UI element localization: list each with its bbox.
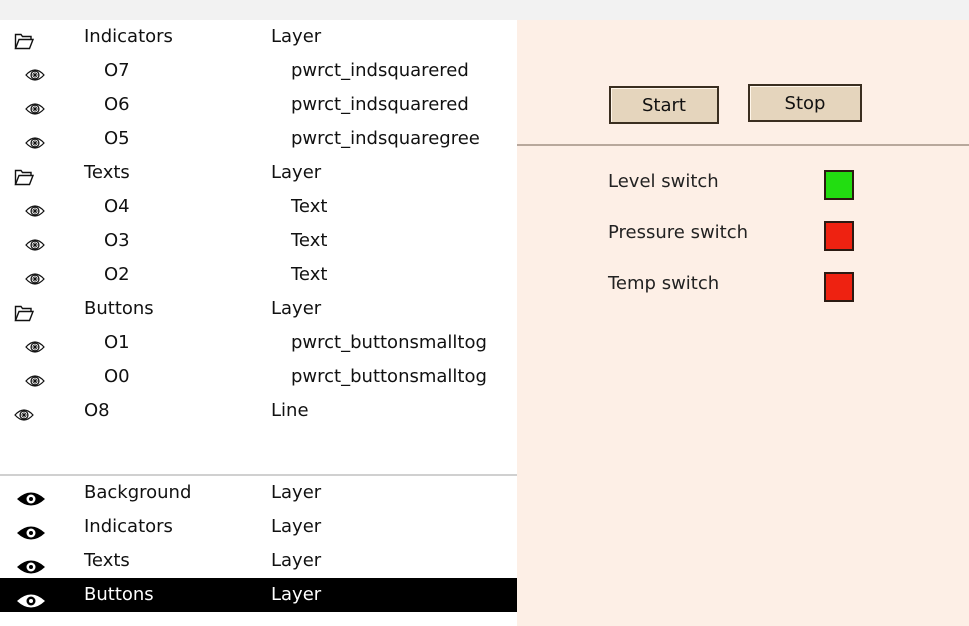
tree-item-type: Text <box>291 230 328 251</box>
tree-item-name: O4 <box>104 196 130 217</box>
tree-item-type: pwrct_indsquarered <box>291 94 469 115</box>
layer-type: Layer <box>271 516 322 537</box>
tree-row[interactable]: O5 pwrct_indsquaregree <box>0 122 517 156</box>
indicator-label: Temp switch <box>608 273 720 294</box>
indicator-label: Pressure switch <box>608 222 749 243</box>
layer-name: Background <box>84 482 192 503</box>
object-icon <box>25 266 45 285</box>
indicator-lamp <box>824 272 854 302</box>
eye-icon[interactable] <box>16 553 46 574</box>
tree-item-name: O1 <box>104 332 130 353</box>
eye-icon[interactable] <box>16 519 46 540</box>
tree-item-name: Texts <box>84 162 130 183</box>
tree-item-name: Indicators <box>84 26 173 47</box>
indicator-lamp <box>824 221 854 251</box>
layer-row[interactable]: Texts Layer <box>0 544 517 578</box>
canvas-line <box>517 144 969 146</box>
object-icon <box>25 368 45 387</box>
folder-icon <box>14 28 35 50</box>
canvas-area: Start Stop Level switch Pressure switch Te… <box>517 20 969 626</box>
object-icon <box>25 62 45 81</box>
tree-item-type: pwrct_indsquaregree <box>291 128 480 149</box>
layer-row[interactable]: Indicators Layer <box>0 510 517 544</box>
tree-item-type: Line <box>271 400 309 421</box>
object-icon <box>25 232 45 251</box>
object-icon <box>14 402 34 421</box>
tree-item-name: O0 <box>104 366 130 387</box>
layer-name: Texts <box>84 550 130 571</box>
stop-button[interactable]: Stop <box>748 84 862 122</box>
tree-item-type: Layer <box>271 162 322 183</box>
tree-item-type: pwrct_indsquarered <box>291 60 469 81</box>
tree-item-type: Text <box>291 264 328 285</box>
top-strip <box>0 0 969 20</box>
layer-panel: Indicators Layer O7 pwrct_indsquarered O6 pwr… <box>0 20 517 626</box>
folder-icon <box>14 300 35 322</box>
tree-row[interactable]: O1 pwrct_buttonsmalltog <box>0 326 517 360</box>
tree-row[interactable]: O6 pwrct_indsquarered <box>0 88 517 122</box>
object-icon <box>25 198 45 217</box>
tree-item-name: O6 <box>104 94 130 115</box>
start-button[interactable]: Start <box>609 86 719 124</box>
layer-name: Indicators <box>84 516 173 537</box>
layer-row[interactable]: Background Layer <box>0 476 517 510</box>
layer-type: Layer <box>271 550 322 571</box>
tree-row[interactable]: O4 Text <box>0 190 517 224</box>
eye-icon[interactable] <box>16 485 46 506</box>
layer-type: Layer <box>271 584 322 605</box>
tree-row[interactable]: O0 pwrct_buttonsmalltog <box>0 360 517 394</box>
eye-icon[interactable] <box>16 587 46 608</box>
tree-row[interactable]: O7 pwrct_indsquarered <box>0 54 517 88</box>
tree-item-type: Text <box>291 196 328 217</box>
tree-item-type: Layer <box>271 26 322 47</box>
tree-item-name: Buttons <box>84 298 154 319</box>
layer-row[interactable]: Buttons Layer <box>0 578 517 612</box>
layer-list: Background Layer Indicators Layer Texts Layer… <box>0 476 517 612</box>
layer-type: Layer <box>271 482 322 503</box>
layer-name: Buttons <box>84 584 154 605</box>
tree-item-type: pwrct_buttonsmalltog <box>291 366 487 387</box>
tree-item-type: pwrct_buttonsmalltog <box>291 332 487 353</box>
tree-row[interactable]: O3 Text <box>0 224 517 258</box>
tree-row[interactable]: O2 Text <box>0 258 517 292</box>
tree-item-name: O5 <box>104 128 130 149</box>
object-icon <box>25 130 45 149</box>
tree-item-type: Layer <box>271 298 322 319</box>
tree-item-name: O8 <box>84 400 110 421</box>
tree-row[interactable]: Buttons Layer <box>0 292 517 326</box>
tree-item-name: O3 <box>104 230 130 251</box>
tree-item-name: O2 <box>104 264 130 285</box>
tree-row[interactable]: Indicators Layer <box>0 20 517 54</box>
object-icon <box>25 334 45 353</box>
folder-icon <box>14 164 35 186</box>
indicator-label: Level switch <box>608 171 719 192</box>
tree-row[interactable]: Texts Layer <box>0 156 517 190</box>
object-icon <box>25 96 45 115</box>
indicator-lamp <box>824 170 854 200</box>
object-tree: Indicators Layer O7 pwrct_indsquarered O6 pwr… <box>0 20 517 428</box>
tree-item-name: O7 <box>104 60 130 81</box>
tree-row[interactable]: O8 Line <box>0 394 517 428</box>
